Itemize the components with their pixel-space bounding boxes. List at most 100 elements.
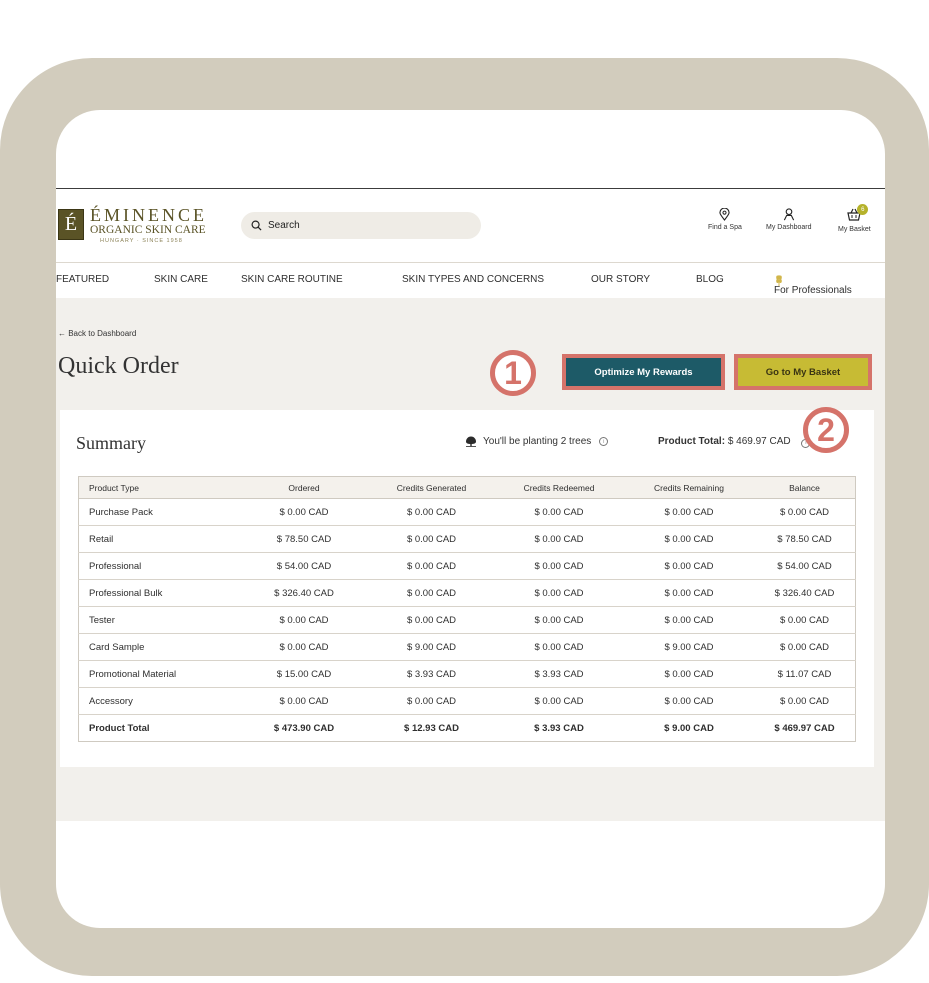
table-cell: $ 0.00 CAD [369,606,494,634]
table-cell: $ 326.40 CAD [239,579,369,607]
optimize-rewards-button[interactable]: Optimize My Rewards [566,358,721,386]
table-cell: $ 0.00 CAD [494,498,624,526]
product-total-label: Product Total: [658,436,726,447]
search-input[interactable]: Search [268,220,300,231]
column-header: Credits Generated [369,476,494,499]
table-cell: $ 0.00 CAD [239,633,369,661]
nav-item-featured[interactable]: FEATURED [56,274,109,285]
brand-name[interactable]: ÉMINENCE [90,205,207,226]
user-icon [783,208,794,221]
table-header-row: Product Type Ordered Credits Generated C… [78,476,856,499]
table-cell: $ 54.00 CAD [754,552,856,580]
trees-info: You'll be planting 2 trees i [465,436,609,447]
table-cell: $ 0.00 CAD [754,498,856,526]
table-cell: $ 78.50 CAD [239,525,369,553]
summary-title: Summary [76,433,146,453]
nav-item-for-professionals[interactable]: For Professionals [774,274,852,296]
search-icon [251,220,262,231]
table-row: Card Sample $ 0.00 CAD $ 9.00 CAD $ 0.00… [78,633,856,661]
my-dashboard-link[interactable]: My Dashboard [766,208,812,231]
nav-item-our-story[interactable]: OUR STORY [591,274,650,285]
table-cell: $ 0.00 CAD [369,687,494,715]
table-cell: $ 0.00 CAD [369,525,494,553]
column-header: Ordered [239,476,369,499]
table-cell: $ 3.93 CAD [534,722,584,734]
column-header: Balance [754,476,856,499]
for-professionals-label: For Professionals [774,285,852,296]
table-cell: $ 0.00 CAD [494,525,624,553]
table-cell: $ 11.07 CAD [754,660,856,688]
summary-table: Product Type Ordered Credits Generated C… [78,476,856,742]
table-cell: $ 0.00 CAD [494,687,624,715]
table-cell: $ 12.93 CAD [404,722,459,734]
table-cell: $ 0.00 CAD [624,552,754,580]
find-spa-link[interactable]: Find a Spa [708,208,742,231]
table-total-row: Product Total $ 473.90 CAD $ 12.93 CAD $… [79,715,856,742]
go-to-basket-button[interactable]: Go to My Basket [738,358,868,386]
callout-marker-1: 1 [490,350,536,396]
table-cell: $ 0.00 CAD [239,498,369,526]
table-cell: $ 0.00 CAD [369,498,494,526]
back-to-dashboard-link[interactable]: ← Back to Dashboard [58,329,136,338]
nav-item-skin-types[interactable]: SKIN TYPES AND CONCERNS [402,274,544,285]
product-total-value: $ 469.97 CAD [727,436,791,447]
dashboard-label: My Dashboard [766,224,812,231]
main-nav: FEATURED SKIN CARE SKIN CARE ROUTINE SKI… [56,262,885,299]
table-cell: Card Sample [78,633,239,661]
table-cell: $ 0.00 CAD [624,525,754,553]
table-cell: $ 0.00 CAD [239,687,369,715]
table-cell: Professional [78,552,239,580]
table-cell: $ 9.00 CAD [664,722,714,734]
table-cell: $ 0.00 CAD [239,606,369,634]
table-cell: $ 0.00 CAD [494,633,624,661]
table-cell: $ 3.93 CAD [369,660,494,688]
table-cell: $ 0.00 CAD [494,552,624,580]
table-row: Tester $ 0.00 CAD $ 0.00 CAD $ 0.00 CAD … [78,606,856,634]
table-cell: Promotional Material [78,660,239,688]
callout-marker-2: 2 [803,407,849,453]
table-cell: $ 0.00 CAD [754,633,856,661]
table-cell: Retail [78,525,239,553]
table-row: Professional Bulk $ 326.40 CAD $ 0.00 CA… [78,579,856,607]
table-cell: $ 0.00 CAD [624,498,754,526]
table-cell: $ 3.93 CAD [494,660,624,688]
screen: É ÉMINENCE ORGANIC SKIN CARE HUNGARY · S… [56,110,885,928]
brand-logo-mark[interactable]: É [58,209,84,240]
column-header: Product Type [78,476,239,499]
table-cell: $ 9.00 CAD [624,633,754,661]
search-bar[interactable]: Search [241,212,481,239]
trees-text: You'll be planting 2 trees [483,436,592,447]
table-row: Purchase Pack $ 0.00 CAD $ 0.00 CAD $ 0.… [78,498,856,526]
table-cell: Accessory [78,687,239,715]
find-spa-label: Find a Spa [708,224,742,231]
table-row: Accessory $ 0.00 CAD $ 0.00 CAD $ 0.00 C… [78,687,856,715]
table-cell: $ 15.00 CAD [239,660,369,688]
table-cell: $ 0.00 CAD [624,687,754,715]
nav-item-skin-care-routine[interactable]: SKIN CARE ROUTINE [241,274,343,285]
table-row: Professional $ 54.00 CAD $ 0.00 CAD $ 0.… [78,552,856,580]
location-pin-icon [719,208,731,221]
table-cell: Purchase Pack [78,498,239,526]
table-cell: $ 326.40 CAD [754,579,856,607]
table-cell: $ 0.00 CAD [754,606,856,634]
table-cell: $ 0.00 CAD [754,687,856,715]
page-title: Quick Order [58,353,179,379]
basket-count-badge: 6 [857,204,869,215]
table-row: Retail $ 78.50 CAD $ 0.00 CAD $ 0.00 CAD… [78,525,856,553]
table-cell: Tester [78,606,239,634]
table-row: Promotional Material $ 15.00 CAD $ 3.93 … [78,660,856,688]
nav-item-blog[interactable]: BLOG [696,274,724,285]
table-cell: $ 9.00 CAD [369,633,494,661]
table-cell: $ 0.00 CAD [624,606,754,634]
tree-icon [466,436,476,447]
nav-item-skin-care[interactable]: SKIN CARE [154,274,208,285]
brand-since: HUNGARY · SINCE 1958 [100,238,183,244]
table-cell: $ 54.00 CAD [239,552,369,580]
table-cell: $ 0.00 CAD [494,579,624,607]
info-icon[interactable]: i [599,437,609,446]
table-cell: $ 78.50 CAD [754,525,856,553]
my-basket-link[interactable]: 6 My Basket [838,204,871,233]
basket-label: My Basket [838,226,871,233]
table-cell: $ 0.00 CAD [494,606,624,634]
column-header: Credits Redeemed [494,476,624,499]
